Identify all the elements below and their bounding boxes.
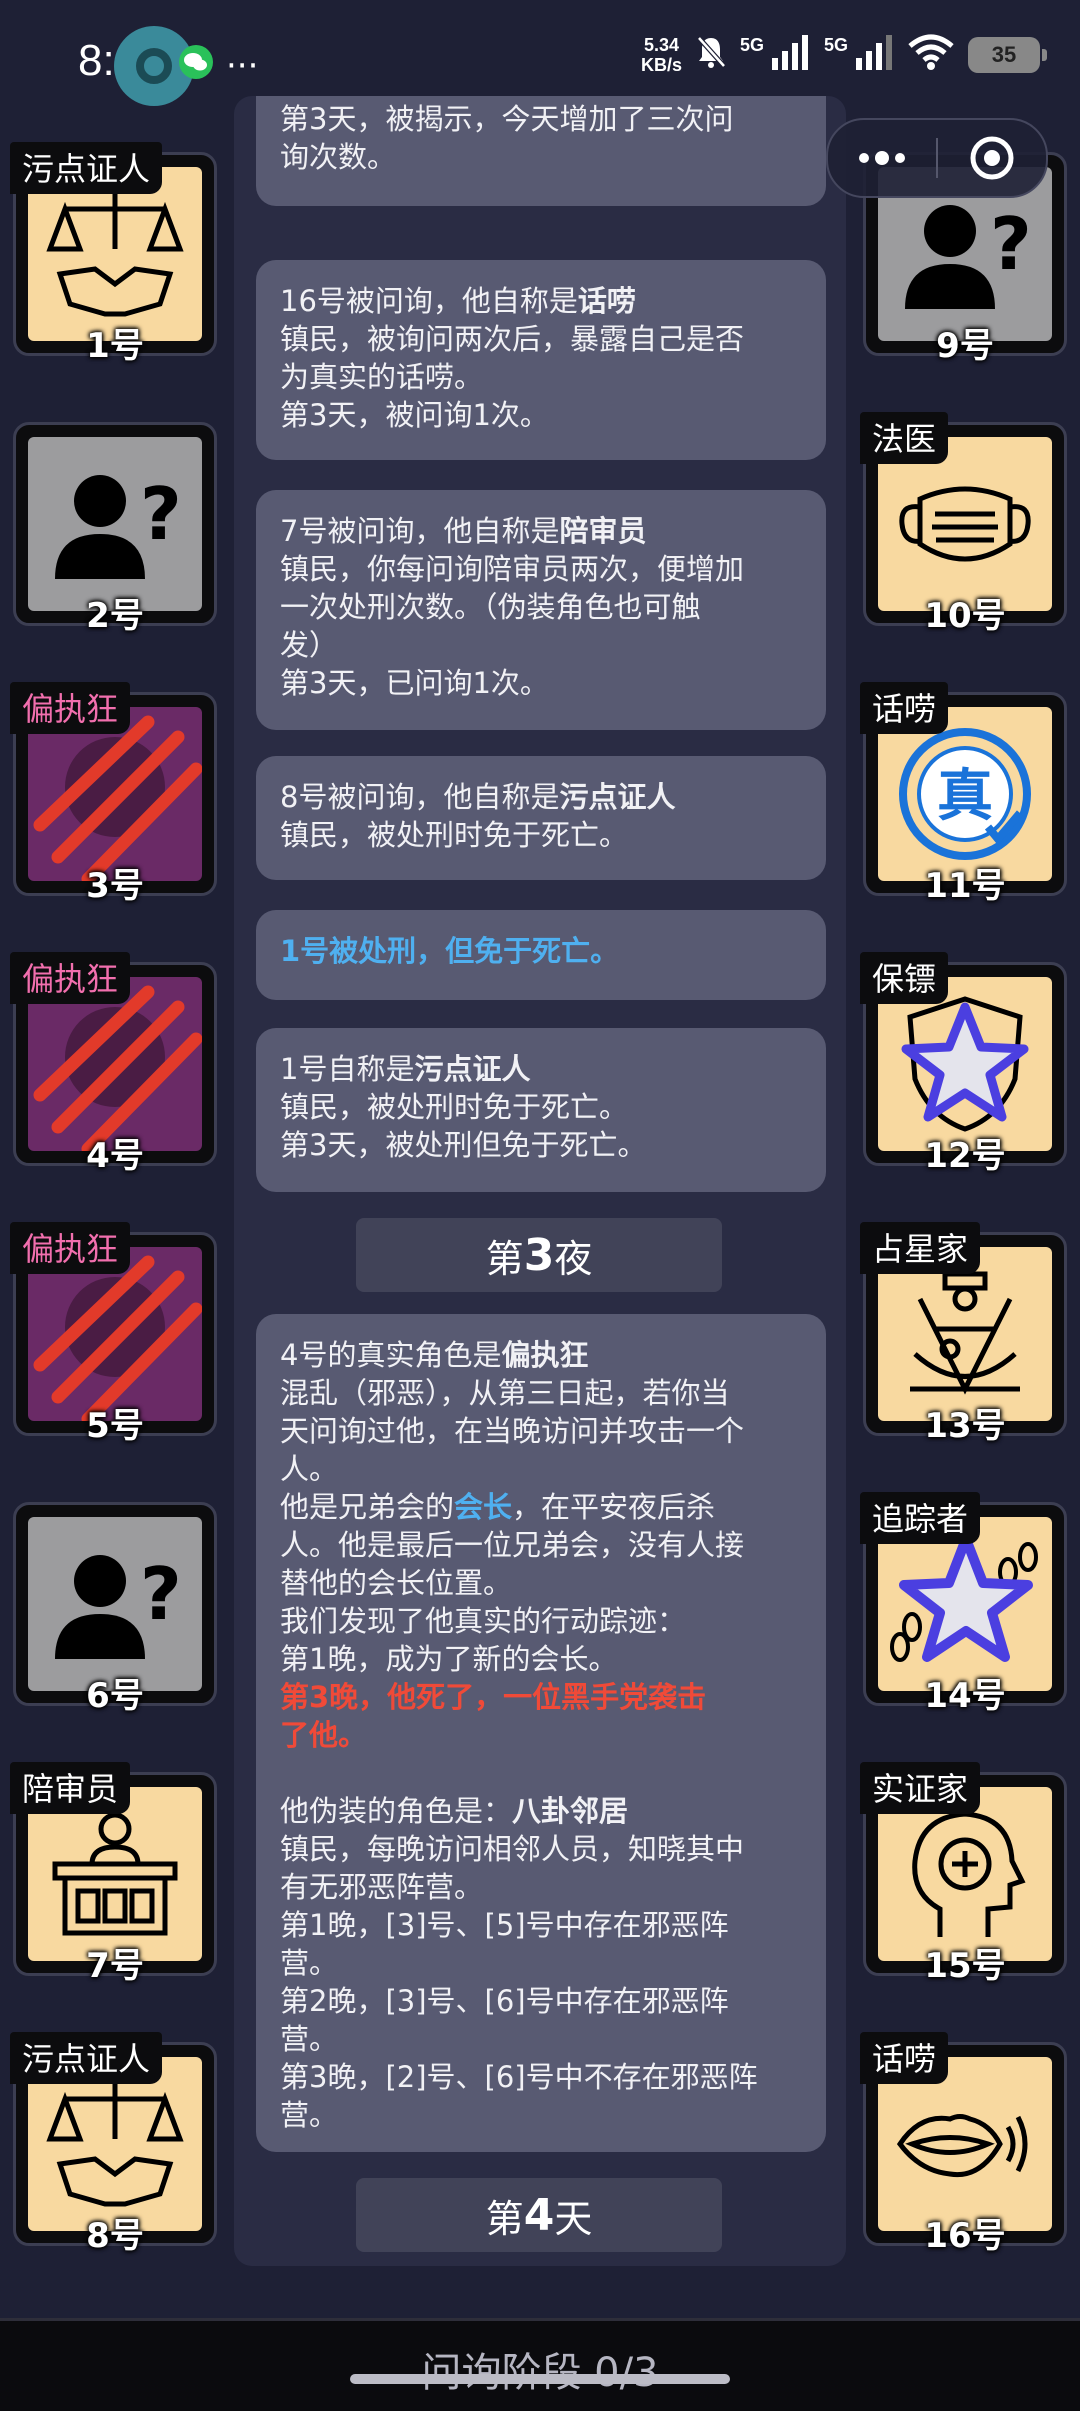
interrogation-phase-label: 问询阶段 0/3 (421, 2350, 659, 2396)
battery-indicator: 35 (968, 36, 1047, 73)
role-tag: 偏执狂 (10, 1222, 131, 1274)
role-tag: 偏执狂 (10, 952, 131, 1004)
player-seat-15[interactable]: 实证家 15号 (860, 1762, 1070, 1986)
svg-text:?: ? (140, 1552, 182, 1636)
mini-program-capsule[interactable] (826, 118, 1048, 198)
dots-icon (859, 151, 905, 165)
player-seat-10[interactable]: 法医 10号 (860, 412, 1070, 636)
head-plus-icon (912, 1811, 1026, 1937)
svg-text:?: ? (990, 202, 1032, 286)
true-badge-icon: 真 (899, 728, 1031, 860)
wifi-icon (908, 34, 954, 75)
wechat-icon (178, 44, 214, 84)
log-entry: 1号自称是污点证人 镇民，被处刑时免于死亡。 第3天，被处刑但免于死亡。 (256, 1028, 826, 1192)
role-tag: 追踪者 (860, 1492, 981, 1544)
signal-type-1: 5G (739, 35, 764, 55)
player-seat-11[interactable]: 真 话唠 11号 (860, 682, 1070, 906)
svg-text:?: ? (140, 472, 182, 556)
log-entry: 16号被问询，他自称是话唠 镇民，被询问两次后，暴露自己是否 为真实的话唠。 第3天… (256, 260, 826, 460)
seat-number: 2号 (86, 596, 144, 636)
log-entry: 第3天，被揭示，今天增加了三次问 询次数。 (256, 96, 826, 206)
phase-divider-day: 第4天 (356, 2178, 722, 2252)
player-seat-13[interactable]: 占星家 13号 (860, 1222, 1070, 1446)
seat-number: 10号 (924, 596, 1006, 636)
log-entry-execution: 1号被处刑，但免于死亡。 (256, 910, 826, 1000)
svg-text:真: 真 (937, 764, 993, 829)
seat-number: 12号 (924, 1136, 1006, 1176)
role-tag: 污点证人 (10, 2032, 163, 2084)
player-seat-6[interactable]: ? 6号 (10, 1492, 220, 1716)
unknown-person-icon: ? (905, 202, 1032, 309)
seat-number: 3号 (86, 866, 144, 906)
player-seat-14[interactable]: 追踪者 14号 (860, 1492, 1070, 1716)
role-tag: 偏执狂 (10, 682, 131, 734)
role-tag: 占星家 (860, 1222, 981, 1274)
player-seat-2[interactable]: ? 2号 (10, 412, 220, 636)
face-mask-icon (899, 486, 1031, 562)
seat-number: 4号 (86, 1136, 144, 1176)
target-close-icon (970, 136, 1014, 180)
player-seat-16[interactable]: 话唠 16号 (860, 2032, 1070, 2256)
unknown-person-icon: ? (55, 472, 182, 579)
more-menu-button[interactable] (828, 148, 936, 168)
sextant-icon (910, 1271, 1020, 1395)
signal-bars-icon (854, 34, 894, 75)
bell-muted-icon (696, 35, 726, 74)
seat-number: 6号 (86, 1676, 144, 1716)
player-seat-1[interactable]: 污点证人 1号 (10, 142, 220, 366)
seat-number: 9号 (936, 326, 994, 366)
role-tag: 话唠 (860, 2032, 949, 2084)
seat-number: 15号 (924, 1946, 1006, 1986)
log-entry-reveal: 4号的真实角色是偏执狂 混乱（邪恶），从第三日起，若你当 天问询过他，在当晚访问并… (256, 1314, 826, 2152)
seat-number: 1号 (86, 326, 144, 366)
seat-number: 7号 (86, 1946, 144, 1986)
seat-number: 8号 (86, 2216, 144, 2256)
close-mini-program-button[interactable] (938, 134, 1046, 182)
game-log-panel[interactable]: 第3天，被揭示，今天增加了三次问 询次数。 16号被问询，他自称是话唠 镇民，被询… (234, 96, 846, 2266)
player-seat-5[interactable]: 偏执狂 5号 (10, 1222, 220, 1446)
log-entry: 7号被问询，他自称是陪审员 镇民，你每问询陪审员两次，便增加 一次处刑次数。（伪装… (256, 490, 826, 730)
signal-bars-icon (770, 34, 810, 75)
log-entry: 8号被问询，他自称是污点证人 镇民，被处刑时免于死亡。 (256, 756, 826, 880)
more-notifications-icon: ··· (226, 46, 259, 86)
role-tag: 话唠 (860, 682, 949, 734)
juror-bench-icon (52, 1812, 178, 1936)
seat-number: 13号 (924, 1406, 1006, 1446)
home-indicator[interactable] (350, 2374, 730, 2384)
seat-number: 16号 (924, 2216, 1006, 2256)
player-seat-8[interactable]: 污点证人 8号 (10, 2032, 220, 2256)
player-seat-7[interactable]: 陪审员 7号 (10, 1762, 220, 1986)
scales-handshake-icon (46, 194, 184, 317)
scales-handshake-icon (46, 2084, 184, 2207)
role-tag: 陪审员 (10, 1762, 131, 1814)
signal-type-2: 5G (823, 35, 848, 55)
network-speed: 5.34 KB/s (640, 34, 682, 75)
role-tag: 实证家 (860, 1762, 981, 1814)
player-seat-12[interactable]: 保镖 12号 (860, 952, 1070, 1176)
seat-number: 14号 (924, 1676, 1006, 1716)
unknown-person-icon: ? (55, 1552, 182, 1659)
role-tag: 污点证人 (10, 142, 163, 194)
seat-number: 5号 (86, 1406, 144, 1446)
role-tag: 法医 (860, 412, 949, 464)
role-tag: 保镖 (860, 952, 949, 1004)
player-seat-4[interactable]: 偏执狂 4号 (10, 952, 220, 1176)
phase-divider-night: 第3夜 (356, 1218, 722, 1292)
seat-number: 11号 (924, 866, 1006, 906)
mouth-sound-icon (896, 2114, 1028, 2178)
star-shield-icon (901, 996, 1029, 1132)
player-seat-3[interactable]: 偏执狂 3号 (10, 682, 220, 906)
